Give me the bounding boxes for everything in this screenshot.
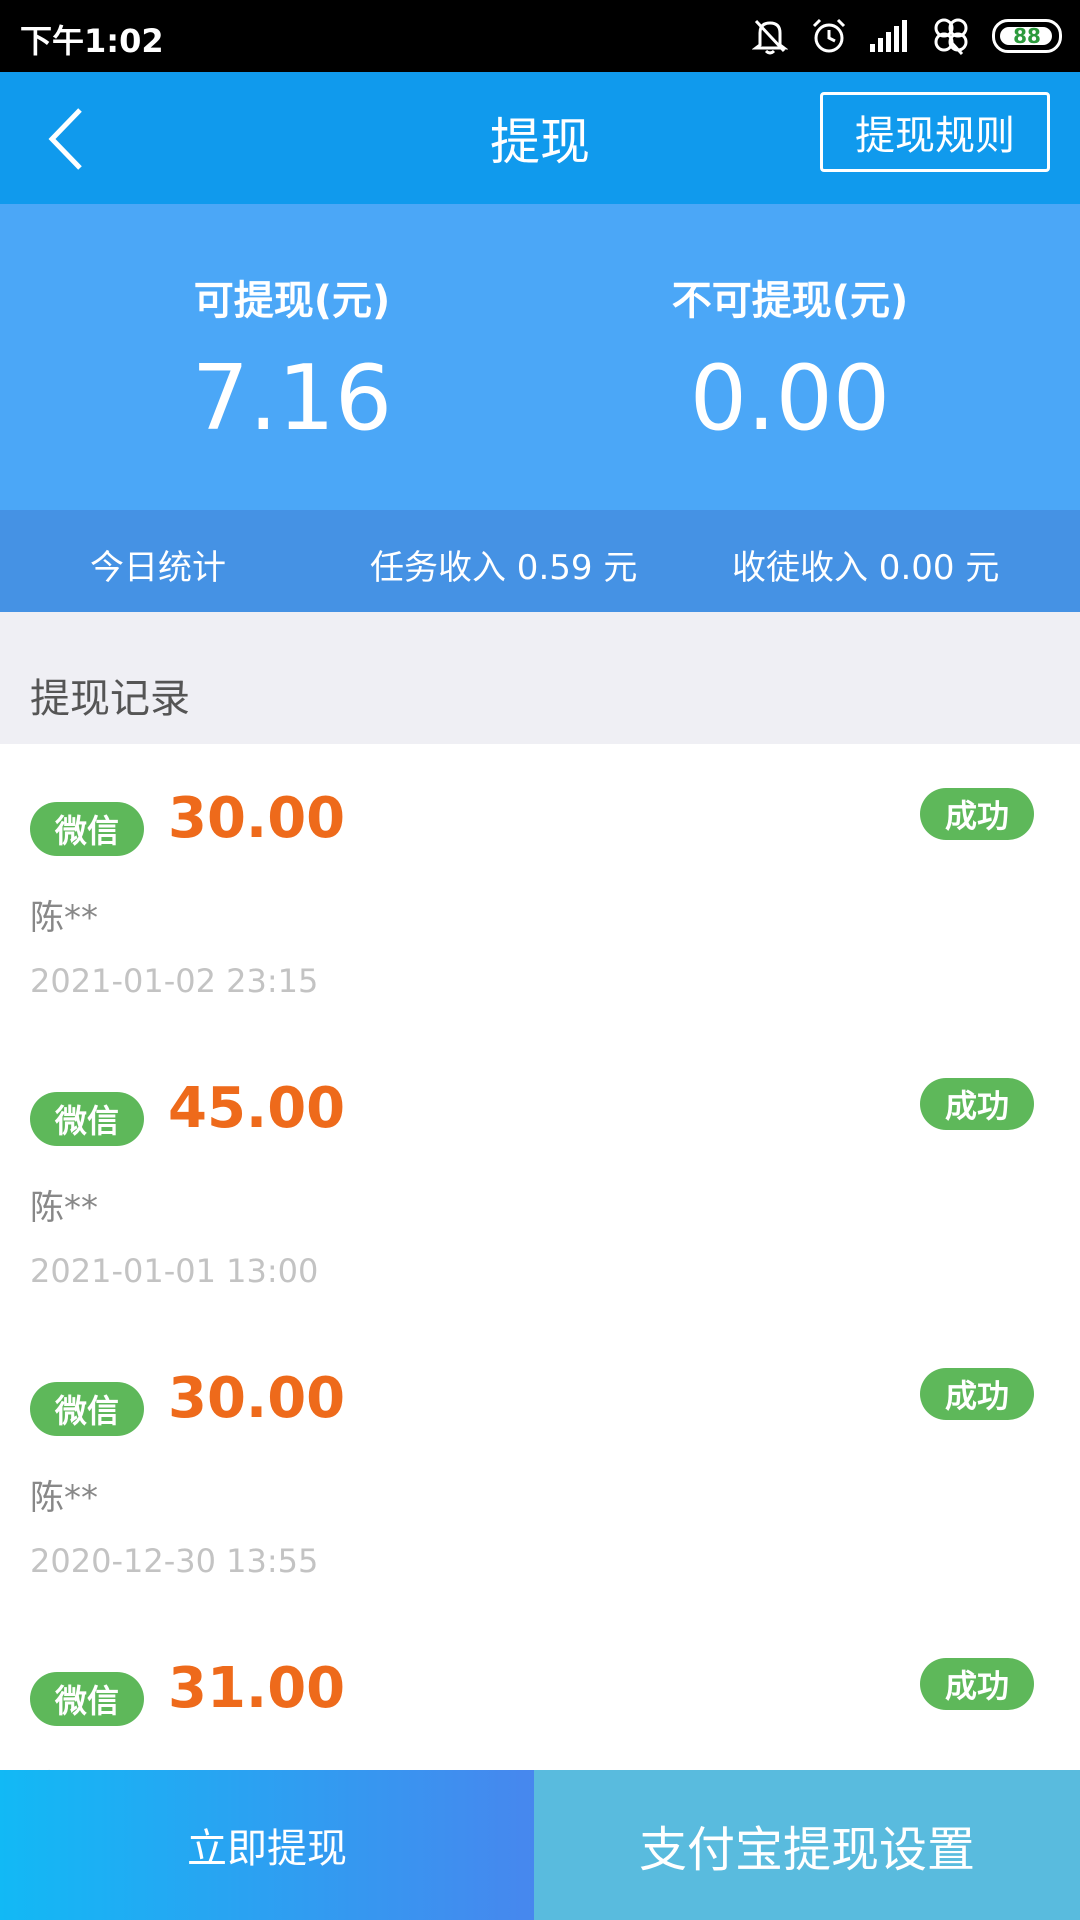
record-time: 2020-12-30 13:55: [30, 1542, 319, 1580]
withdraw-records-list[interactable]: 微信 30.00 成功 陈** 2021-01-02 23:15 微信 45.0…: [0, 744, 1080, 1770]
wechat-badge: 微信: [30, 802, 144, 856]
referral-income: 收徒收入 0.00 元: [732, 548, 1000, 588]
clover-icon: [934, 18, 968, 56]
list-item[interactable]: 微信 30.00 成功 陈** 2020-12-30 13:55: [0, 1324, 1080, 1614]
withdraw-rules-button[interactable]: 提现规则: [820, 92, 1050, 172]
available-amount: 7.16: [191, 346, 393, 451]
bell-muted-icon: [752, 19, 788, 55]
status-time: 下午1:02: [20, 22, 164, 60]
status-icons: 88: [752, 14, 1062, 58]
section-title: 提现记录: [30, 676, 190, 722]
status-badge: 成功: [920, 1078, 1034, 1130]
wechat-badge: 微信: [30, 1092, 144, 1146]
unavailable-label: 不可提现(元): [671, 278, 909, 324]
record-name: 陈**: [30, 898, 98, 938]
signal-icon: [870, 20, 907, 52]
list-item[interactable]: 微信 31.00 成功 陈**: [0, 1614, 1080, 1770]
task-income: 任务收入 0.59 元: [370, 548, 638, 588]
record-name: 陈**: [30, 1188, 98, 1228]
record-amount: 45.00: [168, 1076, 346, 1141]
record-amount: 30.00: [168, 1366, 346, 1431]
withdraw-now-button[interactable]: 立即提现: [0, 1770, 534, 1920]
alarm-icon: [812, 18, 846, 53]
record-amount: 30.00: [168, 786, 346, 851]
record-amount: 31.00: [168, 1656, 346, 1721]
today-stats-bar: 今日统计 任务收入 0.59 元 收徒收入 0.00 元: [0, 510, 1080, 612]
status-badge: 成功: [920, 788, 1034, 840]
unavailable-amount: 0.00: [689, 346, 891, 451]
list-item[interactable]: 微信 30.00 成功 陈** 2021-01-02 23:15: [0, 744, 1080, 1034]
available-balance: 可提现(元) 7.16: [142, 268, 442, 451]
status-badge: 成功: [920, 1368, 1034, 1420]
battery-icon: 88: [992, 19, 1062, 53]
unavailable-balance: 不可提现(元) 0.00: [640, 268, 940, 451]
battery-level: 88: [1013, 24, 1041, 48]
wechat-badge: 微信: [30, 1382, 144, 1436]
alipay-settings-button[interactable]: 支付宝提现设置: [534, 1770, 1080, 1920]
app-header: 提现 提现规则: [0, 72, 1080, 204]
wechat-badge: 微信: [30, 1672, 144, 1726]
today-stats-label: 今日统计: [90, 548, 226, 588]
available-label: 可提现(元): [193, 278, 391, 324]
record-time: 2021-01-02 23:15: [30, 962, 319, 1000]
record-name: 陈**: [30, 1478, 98, 1518]
list-item[interactable]: 微信 45.00 成功 陈** 2021-01-01 13:00: [0, 1034, 1080, 1324]
back-icon[interactable]: [40, 104, 100, 174]
withdraw-records-header: 提现记录: [0, 612, 1080, 744]
record-time: 2021-01-01 13:00: [30, 1252, 319, 1290]
status-bar: 下午1:02 88: [0, 0, 1080, 72]
record-name: 陈**: [30, 1760, 98, 1770]
status-badge: 成功: [920, 1658, 1034, 1710]
balance-panel: 可提现(元) 7.16 不可提现(元) 0.00: [0, 204, 1080, 510]
